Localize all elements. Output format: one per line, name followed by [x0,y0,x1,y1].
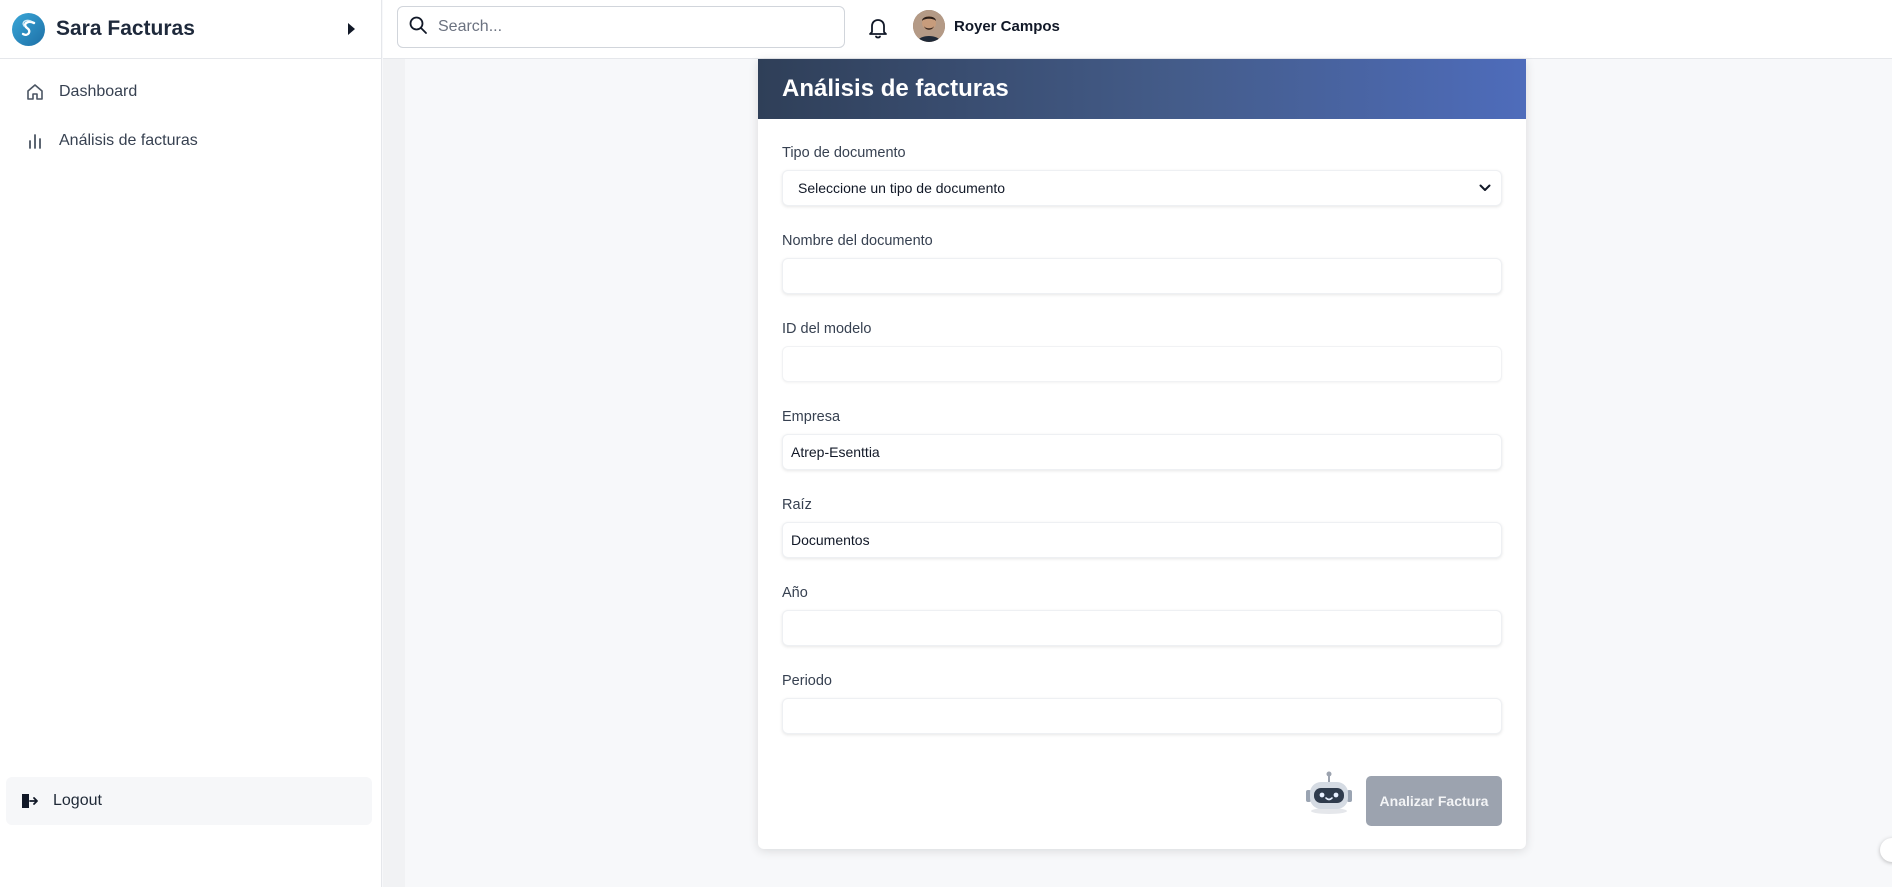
home-icon [24,81,46,103]
topbar: Royer Campos [383,0,1892,59]
raiz-label: Raíz [782,497,812,513]
app-root: Sara Facturas Dashboard Análisis de fact… [0,0,1892,887]
tipo-documento-select[interactable]: Seleccione un tipo de documento [782,170,1502,206]
id-modelo-input[interactable] [782,346,1502,382]
tipo-documento-value: Seleccione un tipo de documento [798,180,1006,196]
user-name: Royer Campos [954,17,1060,35]
logout-button[interactable]: Logout [6,777,372,825]
nombre-documento-input[interactable] [782,258,1502,294]
empresa-field: Empresa Atrep-Esenttia [782,409,1502,470]
id-modelo-label: ID del modelo [782,321,872,337]
raiz-field: Raíz Documentos [782,497,1502,558]
app-name: Sara Facturas [56,17,195,40]
empresa-input[interactable]: Atrep-Esenttia [782,434,1502,470]
tipo-documento-field: Tipo de documento Seleccione un tipo de … [782,145,1502,206]
raiz-input[interactable]: Documentos [782,522,1502,558]
anio-input[interactable] [782,610,1502,646]
search-icon [408,15,428,40]
notifications-bell-icon[interactable] [867,16,889,40]
sidebar-toggle-button[interactable] [344,19,358,39]
analyze-invoice-button[interactable]: Analizar Factura [1366,776,1502,826]
card-header: Análisis de facturas [758,59,1526,119]
caret-right-icon [348,23,355,35]
anio-label: Año [782,585,808,601]
anio-field: Año [782,585,1502,646]
nombre-documento-label: Nombre del documento [782,233,933,249]
bar-chart-icon [24,130,46,152]
nombre-documento-field: Nombre del documento [782,233,1502,294]
invoice-analysis-card: Análisis de facturas Tipo de documento S… [758,59,1526,849]
sidebar-nav: Dashboard Análisis de facturas [0,59,381,163]
logout-icon [18,790,40,812]
user-menu[interactable]: Royer Campos [913,10,1060,42]
avatar [913,10,945,42]
search-input[interactable] [438,18,818,36]
content-divider [383,59,405,887]
tipo-documento-label: Tipo de documento [782,145,906,161]
sidebar-item-label: Análisis de facturas [59,132,198,149]
chevron-down-icon [1479,184,1491,191]
empresa-label: Empresa [782,409,841,425]
page-title: Análisis de facturas [782,75,1009,102]
sidebar-item-label: Dashboard [59,83,138,100]
app-logo-icon [12,12,45,46]
logout-label: Logout [53,792,102,809]
periodo-field: Periodo [782,673,1502,734]
sidebar-item-analisis-facturas[interactable]: Análisis de facturas [6,119,375,163]
periodo-input[interactable] [782,698,1502,734]
sidebar: Sara Facturas Dashboard Análisis de fact… [0,0,382,887]
robot-assistant-icon [1303,771,1355,815]
id-modelo-field: ID del modelo [782,321,1502,382]
periodo-label: Periodo [782,673,832,689]
search-box[interactable] [397,6,845,48]
brand: Sara Facturas [0,0,381,59]
sidebar-item-dashboard[interactable]: Dashboard [6,70,375,114]
